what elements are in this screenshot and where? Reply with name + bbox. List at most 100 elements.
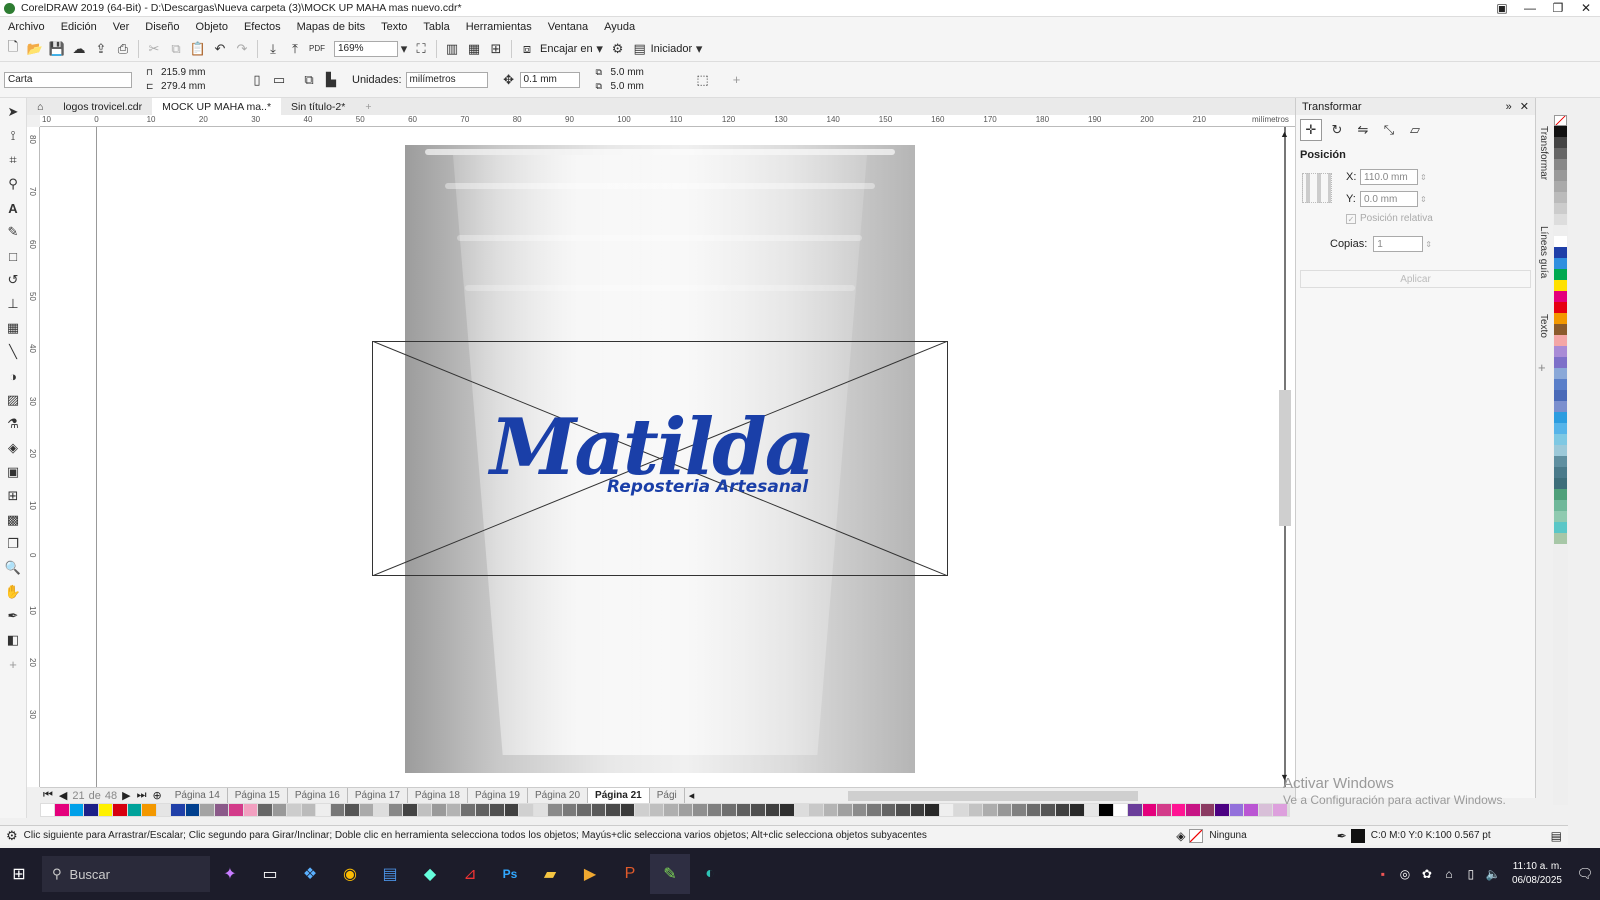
color-swatch[interactable]	[446, 804, 460, 816]
color-swatch[interactable]	[272, 804, 286, 816]
color-swatch[interactable]	[1554, 324, 1567, 335]
file-app-icon[interactable]: ▤	[370, 854, 410, 894]
powerpoint-icon[interactable]: P	[610, 854, 650, 894]
snap-to-dropdown[interactable]: Encajar en	[540, 43, 593, 55]
portrait-icon[interactable]: ▯	[246, 69, 268, 91]
color-swatch[interactable]	[939, 804, 953, 816]
dimension-tool-icon[interactable]: ⊥	[0, 292, 26, 316]
color-swatch[interactable]	[1554, 478, 1567, 489]
color-swatch[interactable]	[229, 804, 243, 816]
outline-color-swatch[interactable]	[1350, 828, 1365, 843]
menu-efectos[interactable]: Efectos	[236, 21, 289, 33]
color-swatch[interactable]	[490, 804, 504, 816]
color-swatch[interactable]	[809, 804, 823, 816]
eyedropper-tool-icon[interactable]: ⚗	[0, 412, 26, 436]
clock[interactable]: 11:10 a. m. 06/08/2025	[1512, 860, 1562, 888]
color-swatch[interactable]	[519, 804, 533, 816]
file-explorer-icon[interactable]: ▰	[530, 854, 570, 894]
page-tab-16[interactable]: Página 16	[288, 788, 348, 803]
add-tool-icon[interactable]: +	[0, 652, 26, 676]
close-button[interactable]: ✕	[1572, 0, 1600, 17]
redo-icon[interactable]: ↷	[231, 38, 253, 60]
mesh-fill-icon[interactable]: ⊞	[0, 484, 26, 508]
current-page-number[interactable]: 21	[70, 790, 86, 802]
drop-shadow-icon[interactable]: ❐	[0, 532, 26, 556]
color-swatch[interactable]	[1157, 804, 1171, 816]
color-swatch[interactable]	[780, 804, 794, 816]
rulers-icon[interactable]: ▥	[441, 38, 463, 60]
color-swatch[interactable]	[852, 804, 866, 816]
color-swatch[interactable]	[84, 804, 98, 816]
color-swatch[interactable]	[1554, 412, 1567, 423]
color-swatch[interactable]	[664, 804, 678, 816]
export-icon[interactable]: ⤒	[284, 38, 306, 60]
color-palette-vertical[interactable]	[1553, 115, 1568, 805]
status-gear-icon[interactable]: ⚙	[0, 828, 24, 844]
taskbar-search[interactable]: ⚲ Buscar	[42, 856, 210, 892]
color-swatch[interactable]	[1113, 804, 1127, 816]
color-swatch[interactable]	[113, 804, 127, 816]
table-tool-icon[interactable]: ▦	[0, 316, 26, 340]
page-height-field[interactable]: 279.4 mm	[158, 80, 232, 93]
copilot-app-icon[interactable]: ❖	[290, 854, 330, 894]
color-swatch[interactable]	[301, 804, 315, 816]
color-swatch[interactable]	[1229, 804, 1243, 816]
pattern-fill-icon[interactable]: ▩	[0, 508, 26, 532]
undo-icon[interactable]: ↶	[209, 38, 231, 60]
magnifier-icon[interactable]: 🔍	[0, 556, 26, 580]
color-swatch[interactable]	[1200, 804, 1214, 816]
color-swatch[interactable]	[968, 804, 982, 816]
copies-field[interactable]: 1	[1373, 236, 1424, 252]
photoshop-icon[interactable]: Ps	[490, 854, 530, 894]
color-swatch[interactable]	[1554, 258, 1567, 269]
launcher-icon[interactable]: ▤	[629, 38, 651, 60]
duplicate-x-field[interactable]: 5.0 mm	[608, 66, 682, 79]
battery-icon[interactable]: ▯	[1460, 854, 1482, 894]
next-page-icon[interactable]: ▶	[119, 789, 133, 802]
color-swatch[interactable]	[461, 804, 475, 816]
scale-mirror-icon[interactable]: ⇋	[1352, 119, 1374, 141]
shape-tool-icon[interactable]: ⟟	[0, 124, 26, 148]
save-icon[interactable]: 💾	[46, 38, 68, 60]
color-swatch[interactable]	[1554, 159, 1567, 170]
page-width-field[interactable]: 215.9 mm	[158, 66, 232, 79]
copies-spinner-icon[interactable]: ⇕	[1425, 240, 1432, 249]
color-swatch[interactable]	[591, 804, 605, 816]
color-swatch[interactable]	[1026, 804, 1040, 816]
color-swatch[interactable]	[142, 804, 156, 816]
color-swatch[interactable]	[1041, 804, 1055, 816]
rectangle-tool-icon[interactable]: □	[0, 244, 26, 268]
copy-icon[interactable]: ⧉	[165, 38, 187, 60]
tray-app-icon[interactable]: ▪	[1372, 854, 1394, 894]
color-swatch[interactable]	[171, 804, 185, 816]
spiral-tool-icon[interactable]: ↺	[0, 268, 26, 292]
task-view-icon[interactable]: ▭	[250, 854, 290, 894]
skew-mode-icon[interactable]: ▱	[1404, 119, 1426, 141]
color-swatch[interactable]	[1554, 269, 1567, 280]
color-swatch[interactable]	[374, 804, 388, 816]
chevron-down-icon[interactable]: ▾	[593, 38, 607, 60]
docker-tab-lineas-guia[interactable]: Líneas guía	[1538, 226, 1549, 278]
color-swatch[interactable]	[548, 804, 562, 816]
color-swatch[interactable]	[127, 804, 141, 816]
grid-icon[interactable]: ▦	[463, 38, 485, 60]
color-swatch[interactable]	[707, 804, 721, 816]
duplicate-y-field[interactable]: 5.0 mm	[608, 80, 682, 93]
color-swatch[interactable]	[736, 804, 750, 816]
page-tab-15[interactable]: Página 15	[228, 788, 288, 803]
docker-tab-transformar[interactable]: Transformar	[1538, 126, 1549, 180]
open-icon[interactable]: 📂	[24, 38, 46, 60]
color-swatch[interactable]	[69, 804, 83, 816]
color-swatch[interactable]	[620, 804, 634, 816]
menu-ayuda[interactable]: Ayuda	[596, 21, 643, 33]
size-mode-icon[interactable]: ⤡	[1378, 119, 1400, 141]
blend-tool-icon[interactable]: ◑	[0, 364, 26, 388]
color-swatch[interactable]	[1554, 291, 1567, 302]
paste-icon[interactable]: 📋	[187, 38, 209, 60]
tab-mock-up-maha[interactable]: MOCK UP MAHA ma..*	[152, 98, 282, 115]
color-swatch[interactable]	[1554, 456, 1567, 467]
color-swatch[interactable]	[1128, 804, 1142, 816]
color-swatch[interactable]	[1055, 804, 1069, 816]
tab-logos-trovicel[interactable]: logos trovicel.cdr	[53, 98, 152, 115]
color-swatch[interactable]	[1554, 225, 1567, 236]
